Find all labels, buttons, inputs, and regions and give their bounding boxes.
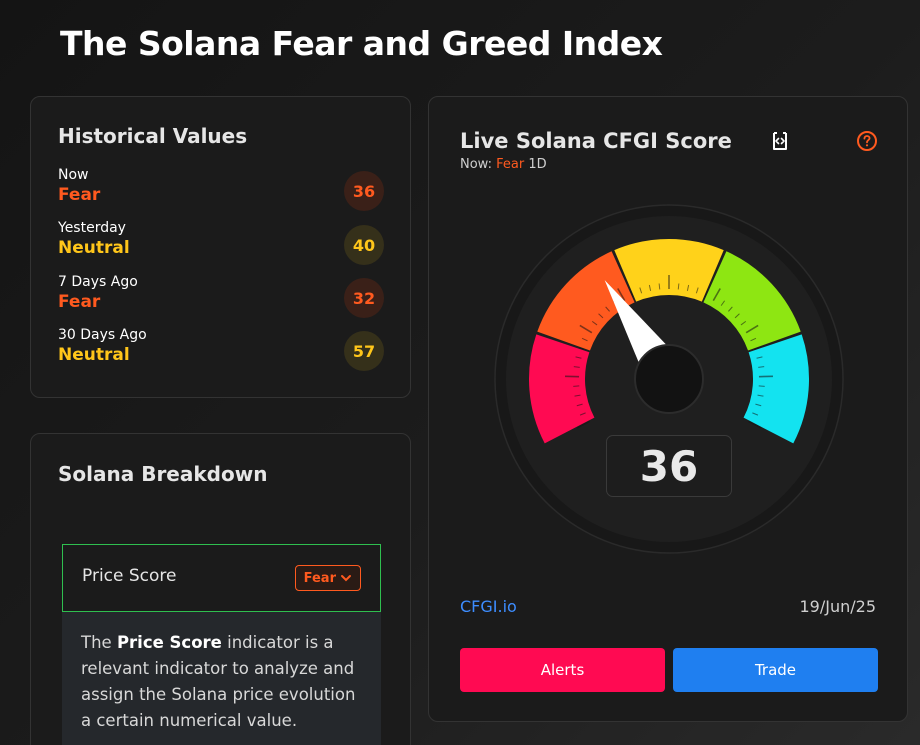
history-status: Fear xyxy=(58,292,101,312)
gauge-hub xyxy=(634,344,704,414)
live-score-value: 36 xyxy=(606,435,732,497)
page-title: The Solana Fear and Greed Index xyxy=(60,24,663,63)
history-row-now: Now Fear 36 xyxy=(58,167,384,213)
chevron-down-icon xyxy=(341,575,351,582)
description-text: The xyxy=(81,633,117,652)
score-date: 19/Jun/25 xyxy=(799,597,877,616)
now-prefix: Now: xyxy=(460,157,497,172)
history-label: Yesterday xyxy=(58,220,126,236)
historical-values-title: Historical Values xyxy=(58,124,248,148)
fear-greed-gauge xyxy=(494,204,844,554)
trade-button[interactable]: Trade xyxy=(673,648,878,692)
history-value-badge: 57 xyxy=(344,331,384,371)
price-score-label: Price Score xyxy=(82,566,177,586)
gauge-tick xyxy=(658,283,661,290)
history-value-badge: 36 xyxy=(344,171,384,211)
help-circle-icon[interactable] xyxy=(856,130,878,152)
price-score-status-dropdown[interactable]: Fear xyxy=(294,565,361,591)
history-status: Neutral xyxy=(58,238,130,258)
price-score-status: Fear xyxy=(303,570,336,586)
history-label: 30 Days Ago xyxy=(58,327,147,343)
timeframe: 1D xyxy=(528,157,547,172)
history-value-badge: 32 xyxy=(344,278,384,318)
history-status: Fear xyxy=(58,185,101,205)
breakdown-title: Solana Breakdown xyxy=(58,462,268,486)
live-score-title: Live Solana CFGI Score xyxy=(460,129,732,153)
description-bold: Price Score xyxy=(116,633,222,652)
breakdown-card: Solana Breakdown Price Score Fear The Pr… xyxy=(30,433,411,745)
now-status: Fear xyxy=(496,157,525,172)
historical-values-card: Historical Values Now Fear 36 Yesterday … xyxy=(30,96,411,398)
price-score-accordion[interactable]: Price Score Fear xyxy=(62,544,381,612)
history-value-badge: 40 xyxy=(344,225,384,265)
history-row-7-days-ago: 7 Days Ago Fear 32 xyxy=(58,274,384,320)
cfgi-source-link[interactable]: CFGI.io xyxy=(460,597,517,616)
code-embed-icon[interactable] xyxy=(769,130,791,152)
history-row-30-days-ago: 30 Days Ago Neutral 57 xyxy=(58,327,384,373)
price-score-description: The Price Score indicator is a relevant … xyxy=(62,612,381,745)
gauge-tick xyxy=(677,283,680,290)
history-row-yesterday: Yesterday Neutral 40 xyxy=(58,220,384,266)
history-label: 7 Days Ago xyxy=(58,274,138,290)
history-label: Now xyxy=(58,167,89,183)
live-score-subtitle: Now: Fear 1D xyxy=(460,157,547,172)
live-score-card: Live Solana CFGI Score Now: Fear 1D 36 C… xyxy=(428,96,908,722)
alerts-button[interactable]: Alerts xyxy=(460,648,665,692)
history-status: Neutral xyxy=(58,345,130,365)
